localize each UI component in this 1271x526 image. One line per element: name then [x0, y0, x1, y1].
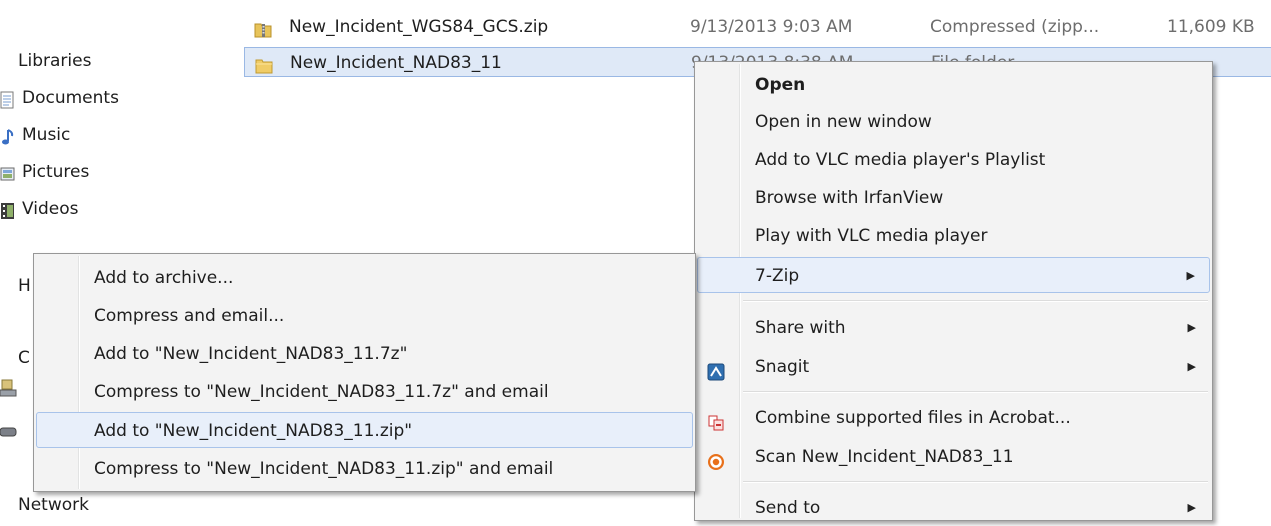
menu-item-combine-acrobat[interactable]: Combine supported files in Acrobat...	[697, 400, 1210, 436]
menu-item-7zip[interactable]: 7-Zip ▶	[697, 257, 1210, 293]
menu-item-send-to[interactable]: Send to ▶	[697, 490, 1210, 526]
pictures-icon	[0, 163, 16, 181]
acrobat-combine-icon	[707, 409, 725, 431]
drive-icon[interactable]	[0, 378, 18, 403]
nav-computer-label: C	[18, 348, 30, 368]
nav-documents[interactable]: Documents	[0, 83, 119, 113]
file-row[interactable]: New_Incident_WGS84_GCS.zip 9/13/2013 9:0…	[244, 12, 1271, 42]
menu-item-label: Snagit	[755, 357, 810, 377]
menu-item-open-new-window[interactable]: Open in new window	[697, 104, 1210, 140]
menu-item-share-with[interactable]: Share with ▶	[697, 310, 1210, 346]
menu-item-label: Add to "New_Incident_NAD83_11.7z"	[94, 344, 408, 364]
menu-item-label: Add to VLC media player's Playlist	[755, 150, 1046, 170]
menu-separator	[743, 300, 1208, 302]
menu-item-label: Add to "New_Incident_NAD83_11.zip"	[94, 421, 413, 441]
menu-item-add-vlc-playlist[interactable]: Add to VLC media player's Playlist	[697, 142, 1210, 178]
nav-music[interactable]: Music	[0, 120, 70, 150]
menu-item-label: Browse with IrfanView	[755, 188, 944, 208]
menu-item-compress-7z-email[interactable]: Compress to "New_Incident_NAD83_11.7z" a…	[36, 374, 693, 410]
nav-network-label: Network	[18, 495, 89, 515]
menu-item-label: Combine supported files in Acrobat...	[755, 408, 1071, 428]
menu-item-label: Play with VLC media player	[755, 226, 988, 246]
nav-libraries-label: Libraries	[18, 51, 92, 71]
menu-item-compress-email[interactable]: Compress and email...	[36, 298, 693, 334]
menu-item-label: Open in new window	[755, 112, 932, 132]
menu-item-compress-zip-email[interactable]: Compress to "New_Incident_NAD83_11.zip" …	[36, 451, 693, 487]
nav-pictures-label: Pictures	[22, 162, 90, 182]
file-date: 9/13/2013 9:03 AM	[690, 17, 853, 37]
menu-item-open[interactable]: Open	[697, 67, 1210, 103]
menu-item-label: Scan New_Incident_NAD83_11	[755, 447, 1014, 467]
menu-item-browse-irfanview[interactable]: Browse with IrfanView	[697, 180, 1210, 216]
menu-item-label: 7-Zip	[755, 266, 800, 286]
nav-homegroup-label: H	[18, 276, 31, 296]
menu-item-add-zip[interactable]: Add to "New_Incident_NAD83_11.zip"	[36, 412, 693, 448]
nav-network[interactable]: Network	[18, 490, 89, 520]
folder-icon	[255, 54, 273, 74]
file-type: Compressed (zipp...	[930, 17, 1100, 37]
nav-documents-label: Documents	[22, 88, 119, 108]
submenu-arrow-icon: ▶	[1186, 269, 1195, 282]
nav-computer[interactable]: C	[18, 343, 30, 373]
menu-item-play-vlc[interactable]: Play with VLC media player	[697, 218, 1210, 254]
context-menu: Open Open in new window Add to VLC media…	[694, 61, 1213, 521]
music-icon	[0, 126, 16, 145]
submenu-arrow-icon: ▶	[1187, 360, 1196, 373]
submenu-arrow-icon: ▶	[1187, 501, 1196, 514]
menu-item-label: Compress to "New_Incident_NAD83_11.7z" a…	[94, 382, 549, 402]
antivirus-scan-icon	[707, 448, 725, 470]
submenu-arrow-icon: ▶	[1187, 321, 1196, 334]
menu-item-label: Share with	[755, 318, 846, 338]
network-drive-icon[interactable]	[0, 424, 18, 444]
nav-music-label: Music	[22, 125, 71, 145]
file-name: New_Incident_WGS84_GCS.zip	[289, 17, 549, 37]
snagit-icon	[707, 358, 725, 381]
zip-folder-icon	[254, 18, 272, 38]
nav-videos[interactable]: Videos	[0, 194, 79, 224]
menu-item-label: Open	[755, 75, 806, 95]
menu-item-label: Compress to "New_Incident_NAD83_11.zip" …	[94, 459, 554, 479]
nav-pictures[interactable]: Pictures	[0, 157, 89, 187]
document-icon	[0, 89, 16, 109]
menu-item-label: Send to	[755, 498, 821, 518]
menu-separator	[743, 481, 1208, 483]
nav-videos-label: Videos	[22, 199, 79, 219]
nav-libraries[interactable]: Libraries	[18, 46, 91, 76]
submenu-7zip: Add to archive... Compress and email... …	[33, 253, 696, 492]
menu-separator	[743, 391, 1208, 393]
menu-item-add-to-archive[interactable]: Add to archive...	[36, 260, 693, 296]
file-size: 11,609 KB	[1167, 17, 1255, 37]
menu-item-add-7z[interactable]: Add to "New_Incident_NAD83_11.7z"	[36, 336, 693, 372]
menu-item-scan[interactable]: Scan New_Incident_NAD83_11	[697, 439, 1210, 475]
menu-item-snagit[interactable]: Snagit ▶	[697, 349, 1210, 385]
menu-item-label: Compress and email...	[94, 306, 285, 326]
menu-item-label: Add to archive...	[94, 268, 234, 288]
videos-icon	[0, 200, 16, 219]
file-name: New_Incident_NAD83_11	[290, 53, 502, 73]
nav-homegroup[interactable]: H	[18, 271, 31, 301]
